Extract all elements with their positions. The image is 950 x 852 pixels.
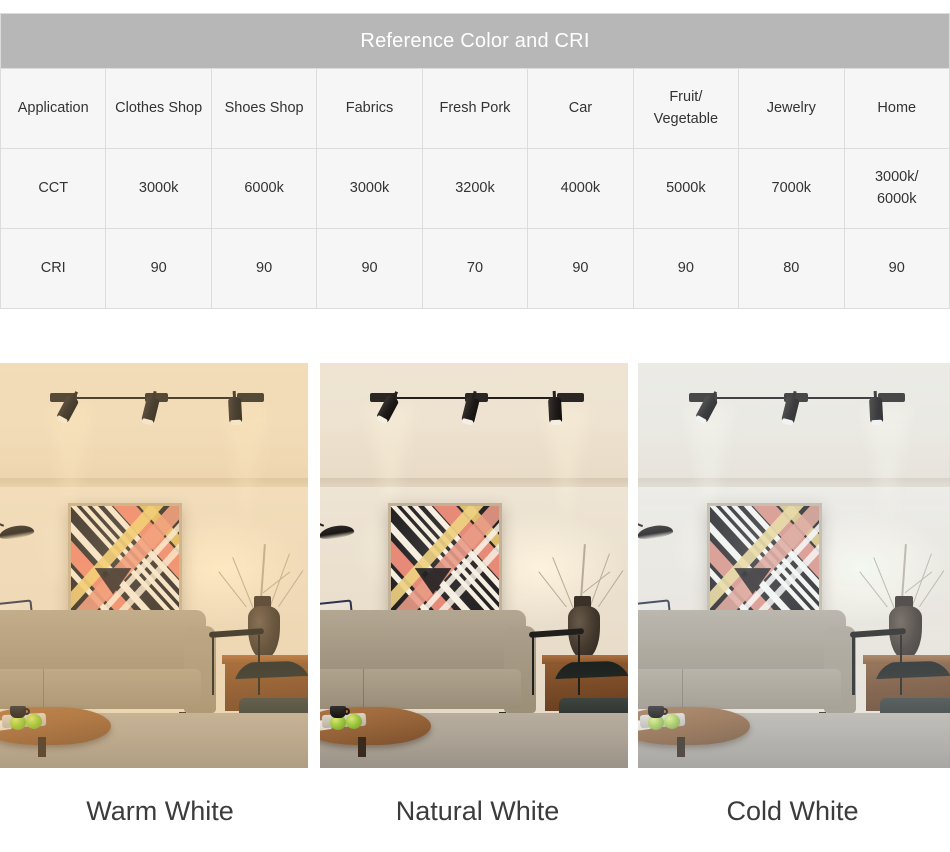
column-header-application: Application [0,68,107,149]
column-header-car: Car [527,68,634,149]
green-apple [25,714,42,730]
interior-scene [638,363,950,768]
cell-cri-jewelry: 80 [738,228,845,309]
scene-photo-cold-white[interactable] [638,363,950,768]
painting-graphic [70,505,179,626]
column-header-shoes-shop: Shoes Shop [210,68,318,149]
coffee-table [0,706,111,757]
spotlight-head [548,391,563,429]
sofa-seat [638,668,842,709]
table-row-cct: CCT 3000k 6000k 3000k 3200k 4000k 5000k … [0,148,950,229]
green-apple [345,714,362,730]
product-detail-page: Reference Color and CRI Application Clot… [0,0,950,852]
sofa-seat [320,668,521,709]
cell-cri-clothes-shop: 90 [105,228,212,309]
interior-scene [0,363,308,768]
cell-cct-clothes-shop: 3000k [105,148,212,229]
cell-cct-fabrics: 3000k [316,148,423,229]
column-header-fruit-vegetable: Fruit/ Vegetable [632,68,740,149]
cell-cri-fabrics: 90 [316,228,423,309]
column-header-fabrics: Fabrics [316,68,423,149]
sofa-seat [0,668,201,709]
wall-sconce [320,519,355,543]
interior-scene [320,363,628,768]
cell-cct-home: 3000k/ 6000k [843,148,950,229]
color-temperature-gallery [0,363,950,771]
row-label-cct: CCT [0,148,107,229]
sofa-back [320,610,526,676]
cell-cri-fruit-vegetable: 90 [632,228,740,309]
column-header-clothes-shop: Clothes Shop [105,68,212,149]
green-apple [663,714,680,730]
table-pedestal [358,737,367,757]
painting-graphic [709,505,820,626]
cell-cct-fresh-pork: 3200k [421,148,529,229]
column-header-jewelry: Jewelry [738,68,845,149]
cell-cct-jewelry: 7000k [738,148,845,229]
painting-canvas [390,505,499,626]
sofa-back [638,610,847,676]
track-light-fixture [370,391,584,426]
table-header-row: Application Clothes Shop Shoes Shop Fabr… [0,68,950,149]
reference-color-cri-table: Reference Color and CRI Application Clot… [0,13,950,309]
column-header-home: Home [843,68,950,149]
caption-natural-white: Natural White [395,796,560,826]
coffee-table [320,706,431,757]
sofa-seam [681,668,683,709]
table-pedestal [676,737,685,757]
row-label-cri: CRI [0,228,107,309]
wall-sconce [638,519,673,543]
spotlight-head [869,391,884,429]
spotlight-head [228,391,243,429]
scene-photo-warm-white[interactable] [0,363,308,768]
cell-cri-home: 90 [843,228,950,309]
cell-cct-car: 4000k [527,148,634,229]
painting-canvas [70,505,179,626]
painting-canvas [709,505,820,626]
caption-cold-white: Cold White [726,796,859,826]
sofa-seam [43,668,45,709]
cell-cri-fresh-pork: 70 [421,228,529,309]
track-light-fixture [688,391,906,426]
track-light-fixture [50,391,264,426]
coffee-table [638,706,751,757]
sofa-back [0,610,206,676]
cell-cct-shoes-shop: 6000k [210,148,318,229]
sofa-seam [363,668,365,709]
table-pedestal [38,737,47,757]
cell-cri-shoes-shop: 90 [210,228,318,309]
table-row-cri: CRI 90 90 90 70 90 90 80 90 [0,228,950,309]
scene-photo-natural-white[interactable] [320,363,628,768]
painting-graphic [390,505,499,626]
column-header-fresh-pork: Fresh Pork [421,68,529,149]
wall-sconce [0,519,35,543]
cell-cri-car: 90 [527,228,634,309]
gallery-captions: Warm White Natural White Cold White [0,771,950,852]
cell-cct-fruit-vegetable: 5000k [632,148,740,229]
caption-warm-white: Warm White [86,796,234,826]
table-title: Reference Color and CRI [0,13,950,69]
table-title-row: Reference Color and CRI [0,13,950,69]
reference-table-container: Reference Color and CRI Application Clot… [0,13,950,309]
